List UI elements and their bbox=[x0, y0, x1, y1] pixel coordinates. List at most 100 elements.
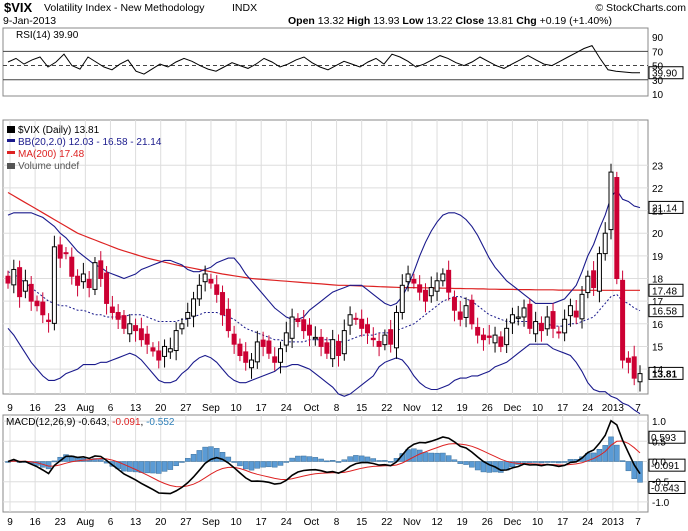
candle-body bbox=[28, 283, 34, 302]
x-tick-label: 20 bbox=[155, 403, 167, 414]
price-tick-label: 18 bbox=[652, 275, 664, 286]
x-tick-label: 8 bbox=[334, 403, 340, 414]
rsi-tick-label: 30 bbox=[652, 76, 664, 87]
x-tick-label: 12 bbox=[431, 403, 443, 414]
candle-body bbox=[312, 336, 318, 340]
macd-histogram-bar bbox=[341, 459, 348, 462]
legend-swatch-volume bbox=[7, 163, 15, 169]
candle-body bbox=[307, 324, 313, 336]
macd-histogram-bar bbox=[602, 445, 608, 462]
legend-swatch-ma bbox=[7, 151, 15, 154]
macd-histogram-bar bbox=[428, 452, 435, 462]
candle-body bbox=[318, 336, 324, 347]
x-tick-label: 24 bbox=[582, 403, 594, 414]
candle-body bbox=[301, 319, 307, 332]
macd-histogram-bar bbox=[266, 461, 272, 468]
candle-body bbox=[625, 357, 631, 363]
candle-body bbox=[602, 232, 608, 255]
legend-bb: BB(20,2.0) 12.03 - 16.58 - 21.14 bbox=[18, 137, 162, 148]
rsi-panel bbox=[2, 27, 649, 97]
price-tick-label: 23 bbox=[652, 161, 664, 172]
price-tick-label: 20 bbox=[652, 229, 664, 240]
macd-legend: MACD(12,26,9) -0.643, -0.091, -0.552 bbox=[6, 417, 175, 428]
x-tick-label: 20 bbox=[155, 517, 167, 528]
macd-histogram-bar bbox=[440, 452, 446, 462]
candle-body bbox=[121, 315, 127, 329]
stock-chart: $VIX Volatility Index - New Methodology … bbox=[2, 0, 686, 528]
candle-body bbox=[162, 345, 168, 357]
candle-body bbox=[614, 177, 620, 280]
x-tick-label: Sep bbox=[202, 403, 220, 414]
candle-body bbox=[260, 339, 266, 347]
legend-price: $VIX (Daily) 13.81 bbox=[18, 125, 100, 136]
rsi-line bbox=[7, 44, 640, 75]
macd-histogram-bar bbox=[544, 461, 550, 463]
candle-body bbox=[115, 311, 121, 320]
x-tick-label: Dec bbox=[504, 517, 522, 528]
x-tick-label: 6 bbox=[108, 403, 114, 414]
x-tick-label: Nov bbox=[403, 403, 421, 414]
x-tick-label: 10 bbox=[532, 517, 544, 528]
x-tick-label: 13 bbox=[130, 517, 142, 528]
candle-body bbox=[127, 323, 133, 335]
candle-body bbox=[202, 273, 208, 283]
price-tick-label: 19 bbox=[652, 252, 664, 263]
bb-middle-band bbox=[7, 271, 641, 343]
x-tick-label: 10 bbox=[532, 403, 544, 414]
candle-body bbox=[631, 356, 637, 379]
x-tick-label: Dec bbox=[504, 403, 522, 414]
candle-body bbox=[515, 316, 521, 319]
macd-histogram-bar bbox=[173, 461, 179, 467]
macd-histogram-bar bbox=[625, 461, 632, 472]
x-tick-label: 19 bbox=[457, 403, 469, 414]
macd-histogram-bar bbox=[98, 459, 104, 462]
x-tick-label: Oct bbox=[304, 403, 320, 414]
price-tick-label: 21 bbox=[652, 207, 664, 218]
macd-histogram-bar bbox=[376, 460, 382, 462]
exchange-label: INDX bbox=[232, 2, 257, 14]
candle-body bbox=[173, 330, 179, 352]
legend-swatch-price bbox=[7, 126, 15, 133]
macd-histogram-bar bbox=[161, 461, 168, 472]
rsi-tick-label: 70 bbox=[652, 47, 664, 58]
candle-body bbox=[463, 305, 469, 318]
candle-body bbox=[156, 350, 162, 361]
macd-histogram-bar bbox=[329, 460, 336, 462]
candle-body bbox=[399, 284, 405, 313]
price-tick-label: 22 bbox=[652, 184, 664, 195]
candle-body bbox=[86, 278, 92, 289]
candle-body bbox=[591, 270, 597, 289]
candle-body bbox=[51, 246, 57, 324]
macd-histogram-bar bbox=[213, 448, 220, 462]
rsi-tick-label: 50 bbox=[652, 62, 664, 73]
x-tick-label: 7 bbox=[635, 517, 641, 528]
ohlc-readout: Open 13.32 High 13.93 Low 13.22 Close 13… bbox=[288, 15, 612, 27]
candle-body bbox=[214, 284, 220, 295]
candle-body bbox=[475, 326, 481, 336]
macd-histogram-bar bbox=[156, 461, 162, 474]
candle-body bbox=[446, 269, 452, 293]
macd-histogram-bar bbox=[324, 460, 330, 463]
candle-body bbox=[417, 284, 423, 293]
macd-histogram-bar bbox=[538, 461, 545, 464]
candle-body bbox=[637, 373, 643, 383]
candle-body bbox=[109, 306, 115, 313]
candle-body bbox=[509, 314, 515, 324]
candle-body bbox=[573, 310, 579, 318]
brand-label: © StockCharts.com bbox=[595, 2, 686, 14]
candle-body bbox=[428, 287, 434, 297]
x-tick-label: 16 bbox=[30, 403, 42, 414]
candle-body bbox=[486, 335, 492, 338]
macd-histogram-bar bbox=[532, 461, 539, 463]
macd-histogram-bar bbox=[167, 461, 174, 470]
x-tick-label: 23 bbox=[55, 517, 67, 528]
x-tick-label: 23 bbox=[55, 403, 67, 414]
candle-body bbox=[133, 325, 139, 332]
macd-histogram-bar bbox=[608, 436, 614, 462]
candle-body bbox=[608, 171, 614, 231]
x-tick-label: 6 bbox=[108, 517, 114, 528]
macd-histogram-bar bbox=[445, 455, 452, 462]
candle-body bbox=[347, 314, 353, 326]
x-tick-label: 9 bbox=[7, 517, 13, 528]
macd-histogram-bar bbox=[277, 461, 284, 466]
